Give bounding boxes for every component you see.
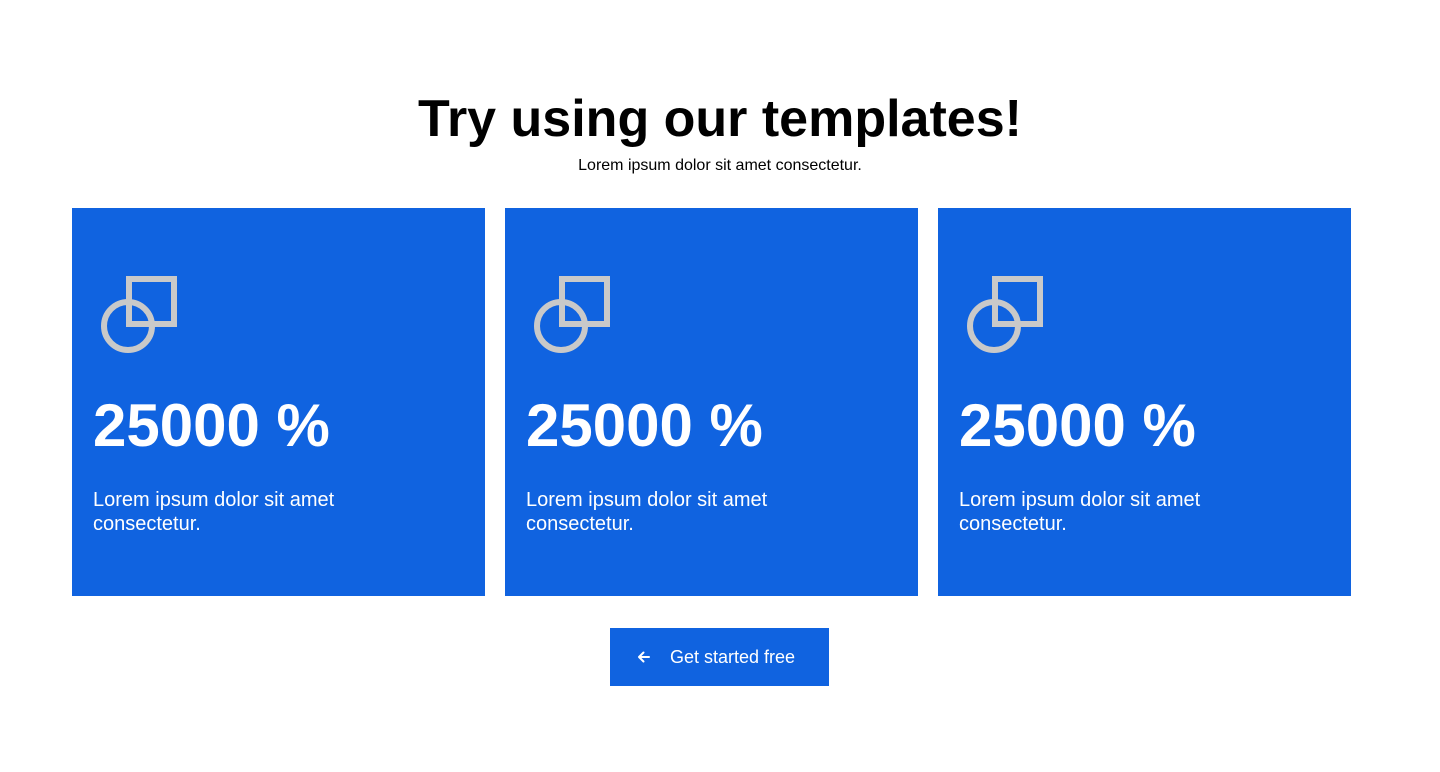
stat-value: 25000 % bbox=[93, 392, 330, 459]
page: Try using our templates! Lorem ipsum dol… bbox=[0, 0, 1440, 772]
stat-card-3: 25000 % Lorem ipsum dolor sit amet conse… bbox=[938, 208, 1351, 596]
stat-description: Lorem ipsum dolor sit amet consectetur. bbox=[526, 489, 768, 535]
stat-value: 25000 % bbox=[526, 392, 763, 459]
page-title: Try using our templates! bbox=[418, 90, 1022, 148]
get-started-button[interactable]: Get started free bbox=[610, 628, 829, 686]
get-started-label: Get started free bbox=[670, 646, 796, 667]
shapes-icon bbox=[534, 276, 610, 353]
card-list: 25000 % Lorem ipsum dolor sit amet conse… bbox=[72, 208, 1351, 596]
shapes-icon bbox=[101, 276, 177, 353]
stat-value: 25000 % bbox=[959, 392, 1196, 459]
shapes-icon bbox=[967, 276, 1043, 353]
arrow-left-icon bbox=[638, 651, 650, 663]
page-subtitle: Lorem ipsum dolor sit amet consectetur. bbox=[578, 157, 862, 174]
stat-card-1: 25000 % Lorem ipsum dolor sit amet conse… bbox=[72, 208, 485, 596]
stat-card-2: 25000 % Lorem ipsum dolor sit amet conse… bbox=[505, 208, 918, 596]
stat-description: Lorem ipsum dolor sit amet consectetur. bbox=[959, 489, 1201, 535]
stat-description: Lorem ipsum dolor sit amet consectetur. bbox=[93, 489, 335, 535]
